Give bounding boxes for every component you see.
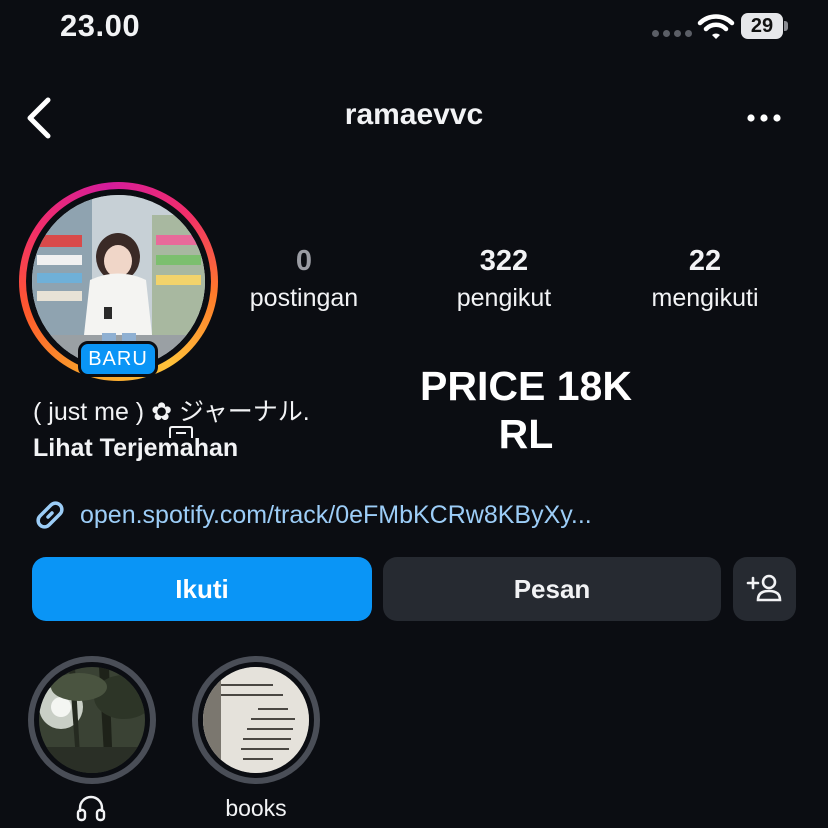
status-time: 23.00: [60, 8, 141, 43]
battery-icon: 29: [741, 13, 788, 39]
battery-level: 29: [741, 13, 783, 39]
following-count: 22: [688, 245, 722, 277]
see-translation-link[interactable]: Lihat Terjemahan: [33, 430, 238, 466]
followers-label: pengikut: [456, 284, 552, 312]
stat-followers[interactable]: 322 pengikut: [434, 242, 574, 316]
add-user-icon: [746, 574, 781, 602]
following-label: mengikuti: [651, 284, 759, 312]
message-button[interactable]: Pesan: [383, 557, 721, 621]
wifi-icon: [697, 12, 735, 42]
price-line-1: PRICE 18K: [420, 363, 632, 409]
highlight-thumbnail: [39, 667, 145, 773]
price-line-2: RL: [498, 411, 554, 457]
highlight-books[interactable]: [192, 656, 320, 784]
follow-button[interactable]: Ikuti: [32, 557, 372, 621]
more-dots-icon[interactable]: [746, 111, 782, 125]
followers-count: 322: [479, 245, 529, 277]
posts-count: 0: [295, 245, 313, 277]
stat-posts[interactable]: 0 postingan: [234, 242, 374, 316]
suggest-users-button[interactable]: [733, 557, 796, 621]
highlight-label-books: books: [225, 795, 287, 821]
new-story-badge: BARU: [78, 341, 158, 377]
profile-link[interactable]: open.spotify.com/track/0eFMbKCRw8KByXy..…: [80, 498, 592, 532]
highlight-thumbnail: [203, 667, 309, 773]
link-icon: [32, 497, 68, 533]
profile-username: ramaevvc: [344, 98, 484, 131]
price-overlay: PRICE 18K RL: [380, 362, 672, 458]
headphones-icon: [75, 792, 107, 824]
highlight-music[interactable]: [28, 656, 156, 784]
posts-label: postingan: [249, 284, 359, 312]
stat-following[interactable]: 22 mengikuti: [630, 242, 780, 316]
signal-dots-icon: [652, 30, 692, 38]
